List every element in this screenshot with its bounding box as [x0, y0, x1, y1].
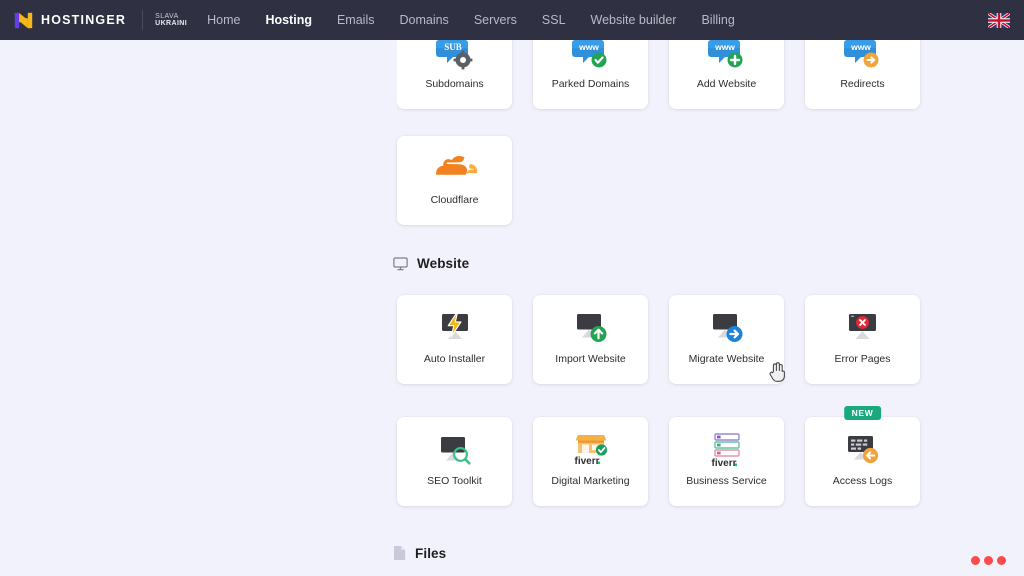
uk-flag-icon[interactable]	[988, 12, 1010, 28]
access-logs-icon	[843, 428, 883, 472]
card-access-logs[interactable]: NEW Access Logs	[805, 406, 920, 506]
fiverr-list-icon: fiverr	[706, 428, 748, 472]
domains-row-inner: SUB Subdomains www Parked Domains www Ad…	[397, 36, 920, 109]
card-label: Parked Domains	[551, 78, 630, 90]
card-label: Auto Installer	[423, 353, 486, 365]
slava-line-2: UKRAINI	[155, 20, 188, 27]
card-cloudflare[interactable]: Cloudflare	[397, 136, 512, 225]
svg-text:fiverr: fiverr	[711, 458, 736, 469]
top-navigation-bar: HOSTINGER SLAVA UKRAINI Home Hosting Ema…	[0, 0, 1024, 40]
card-subdomains[interactable]: SUB Subdomains	[397, 36, 512, 109]
card-migrate-website[interactable]: Migrate Website	[669, 295, 784, 384]
monitor-upload-icon	[571, 306, 611, 350]
monitor-search-icon	[435, 428, 475, 472]
nav-link-website-builder[interactable]: Website builder	[591, 13, 677, 27]
card-parked-domains[interactable]: www Parked Domains	[533, 36, 648, 109]
nav-links: Home Hosting Emails Domains Servers SSL …	[207, 13, 735, 27]
subdomain-gear-icon: SUB	[435, 36, 475, 75]
file-icon	[393, 545, 406, 561]
domains-card-row-second: Cloudflare	[397, 136, 512, 225]
domains-card-row-top: SUB Subdomains www Parked Domains www Ad…	[397, 36, 1007, 128]
nav-link-emails[interactable]: Emails	[337, 13, 375, 27]
card-seo-toolkit[interactable]: SEO Toolkit	[397, 417, 512, 506]
recording-dot	[997, 556, 1006, 565]
card-digital-marketing[interactable]: fiverr Digital Marketing	[533, 417, 648, 506]
card-label: Migrate Website	[688, 353, 765, 365]
svg-text:www: www	[578, 42, 599, 52]
hostinger-logo-icon	[14, 12, 33, 29]
card-label: Redirects	[840, 78, 885, 90]
card-auto-installer[interactable]: Auto Installer	[397, 295, 512, 384]
page-content: SUB Subdomains www Parked Domains www Ad…	[0, 36, 1024, 576]
brand-name: HOSTINGER	[41, 13, 127, 27]
section-title: Files	[415, 545, 447, 561]
card-label: Digital Marketing	[551, 475, 630, 487]
fiverr-shop-icon: fiverr	[570, 428, 612, 472]
website-card-row-two: SEO Toolkit fiverr Digital Marketing fiv…	[397, 406, 920, 506]
card-label: Import Website	[555, 353, 626, 365]
card-label: Subdomains	[425, 78, 484, 90]
card-import-website[interactable]: Import Website	[533, 295, 648, 384]
nav-link-servers[interactable]: Servers	[474, 13, 517, 27]
card-error-pages[interactable]: Error Pages	[805, 295, 920, 384]
nav-divider	[142, 10, 144, 30]
brand-logo[interactable]: HOSTINGER	[14, 12, 126, 29]
svg-text:www: www	[850, 42, 871, 52]
section-header-website: Website	[393, 256, 469, 271]
card-label: Error Pages	[834, 353, 891, 365]
card-label: Business Service	[686, 475, 767, 487]
card-label: Cloudflare	[430, 194, 479, 206]
slava-line-1: SLAVA	[155, 12, 179, 20]
card-redirects[interactable]: www Redirects	[805, 36, 920, 109]
svg-text:fiverr: fiverr	[574, 456, 599, 467]
nav-link-ssl[interactable]: SSL	[542, 13, 566, 27]
www-plus-icon: www	[707, 36, 747, 75]
status-badge-new: NEW	[843, 406, 882, 420]
card-add-website[interactable]: www Add Website	[669, 36, 784, 109]
nav-link-billing[interactable]: Billing	[701, 13, 734, 27]
nav-link-domains[interactable]: Domains	[399, 13, 448, 27]
www-check-icon: www	[571, 36, 611, 75]
card-label: Access Logs	[832, 475, 893, 487]
www-arrow-icon: www	[843, 36, 883, 75]
cloudflare-icon	[433, 147, 477, 191]
nav-link-home[interactable]: Home	[207, 13, 240, 27]
card-business-service[interactable]: fiverr Business Service	[669, 417, 784, 506]
nav-link-hosting[interactable]: Hosting	[265, 13, 312, 27]
slava-ukraini-badge: SLAVA UKRAINI	[155, 13, 187, 28]
recording-dot	[984, 556, 993, 565]
monitor-icon	[393, 256, 408, 271]
monitor-bolt-icon	[435, 306, 475, 350]
svg-text:SUB: SUB	[444, 42, 462, 52]
monitor-error-icon	[843, 306, 883, 350]
website-card-row-one: Auto Installer Import Website Migrate We…	[397, 295, 920, 384]
recording-dots	[971, 556, 1006, 565]
section-header-files: Files	[393, 545, 446, 561]
card-label: Add Website	[696, 78, 757, 90]
recording-dot	[971, 556, 980, 565]
card-label: SEO Toolkit	[427, 475, 482, 487]
svg-text:www: www	[714, 42, 735, 52]
section-title: Website	[417, 256, 470, 271]
monitor-migrate-icon	[707, 306, 747, 350]
